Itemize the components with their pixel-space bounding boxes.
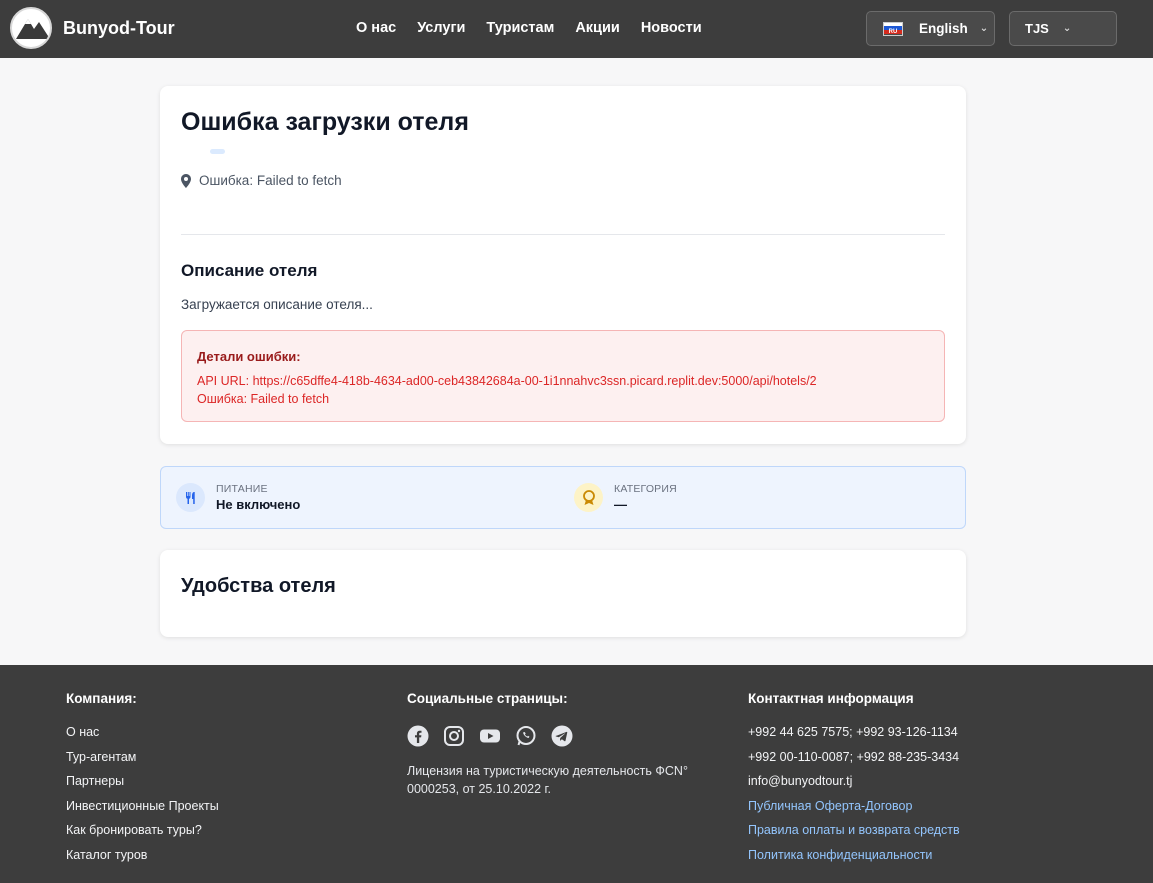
brand-name: Bunyod-Tour <box>63 17 175 38</box>
divider <box>181 234 945 235</box>
utensils-icon <box>176 483 205 512</box>
language-label: English <box>919 21 968 36</box>
footer-social: Социальные страницы: Лицензия на туристи… <box>407 691 697 798</box>
youtube-icon[interactable] <box>479 725 501 747</box>
footer-link-how-to-book[interactable]: Как бронировать туры? <box>66 823 219 837</box>
instagram-icon[interactable] <box>443 725 465 747</box>
footer-link-offer[interactable]: Публичная Оферта-Договор <box>748 799 960 813</box>
main-nav: О нас Услуги Туристам Акции Новости <box>356 20 702 36</box>
chevron-down-icon: ⌄ <box>979 23 989 34</box>
footer-contact-title: Контактная информация <box>748 691 914 706</box>
footer-contact: Контактная информация +992 44 625 7575; … <box>748 691 960 872</box>
phone-numbers-2: +992 00-110-0087; +992 88-235-3434 <box>748 749 960 764</box>
social-icons <box>407 725 697 747</box>
meal-label: ПИТАНИЕ <box>216 483 268 495</box>
amenities-card: Удобства отеля <box>160 550 966 637</box>
meal-value: Не включено <box>216 497 301 512</box>
hotel-main-card: Ошибка загрузки отеля Ошибка: Failed to … <box>160 86 966 444</box>
footer-link-payment-rules[interactable]: Правила оплаты и возврата средств <box>748 823 960 837</box>
currency-label: TJS <box>1025 21 1049 36</box>
hotel-info-bar: ПИТАНИЕ Не включено КАТЕГОРИЯ — <box>160 466 966 529</box>
footer-link-about[interactable]: О нас <box>66 725 219 739</box>
currency-selector[interactable]: TJS ⌄ <box>1009 11 1117 46</box>
amenities-heading: Удобства отеля <box>181 575 336 597</box>
nav-about[interactable]: О нас <box>356 20 396 36</box>
language-selector[interactable]: RU English ⌄ <box>866 11 995 46</box>
stars-placeholder <box>210 149 225 154</box>
page-title: Ошибка загрузки отеля <box>181 108 469 136</box>
error-title: Детали ошибки: <box>197 349 301 364</box>
nav-news[interactable]: Новости <box>641 20 702 36</box>
footer-link-catalog[interactable]: Каталог туров <box>66 848 219 862</box>
error-details-box: Детали ошибки: API URL: https://c65dffe4… <box>181 330 945 422</box>
logo-mountain-icon <box>10 7 52 49</box>
russia-flag-icon: RU <box>883 21 903 36</box>
footer-social-title: Социальные страницы: <box>407 691 568 706</box>
facebook-icon[interactable] <box>407 725 429 747</box>
footer-company-title: Компания: <box>66 691 137 706</box>
nav-tourists[interactable]: Туристам <box>486 20 554 36</box>
meal-info: ПИТАНИЕ Не включено <box>176 483 300 512</box>
description-heading: Описание отеля <box>181 261 318 280</box>
brand-logo[interactable]: Bunyod-Tour <box>10 7 175 49</box>
phone-numbers-1: +992 44 625 7575; +992 93-126-1134 <box>748 725 958 739</box>
chevron-down-icon: ⌄ <box>1062 23 1072 34</box>
category-value: — <box>614 497 627 512</box>
nav-services[interactable]: Услуги <box>417 20 465 36</box>
footer-company: Компания: О нас Тур-агентам Партнеры Инв… <box>66 691 219 872</box>
whatsapp-icon[interactable] <box>515 725 537 747</box>
award-icon <box>574 483 603 512</box>
telegram-icon[interactable] <box>551 725 573 747</box>
description-text: Загружается описание отеля... <box>181 297 373 312</box>
footer-link-partners[interactable]: Партнеры <box>66 774 219 788</box>
category-info: КАТЕГОРИЯ — <box>574 483 677 512</box>
footer-link-investment[interactable]: Инвестиционные Проекты <box>66 799 219 813</box>
map-pin-icon <box>181 173 191 188</box>
location-text: Ошибка: Failed to fetch <box>199 173 342 188</box>
contact-email[interactable]: info@bunyodtour.tj <box>748 774 960 788</box>
footer-link-privacy[interactable]: Политика конфиденциальности <box>748 848 960 862</box>
nav-promotions[interactable]: Акции <box>575 20 619 36</box>
license-text: Лицензия на туристическую деятельность Ф… <box>407 764 688 796</box>
error-message: Ошибка: Failed to fetch <box>197 392 330 406</box>
top-header: Bunyod-Tour О нас Услуги Туристам Акции … <box>0 0 1153 58</box>
error-api-url: API URL: https://c65dffe4-418b-4634-ad00… <box>197 374 817 388</box>
hotel-location: Ошибка: Failed to fetch <box>181 173 342 188</box>
footer-link-agents[interactable]: Тур-агентам <box>66 750 219 764</box>
site-footer: Компания: О нас Тур-агентам Партнеры Инв… <box>0 665 1153 883</box>
category-label: КАТЕГОРИЯ <box>614 483 677 495</box>
